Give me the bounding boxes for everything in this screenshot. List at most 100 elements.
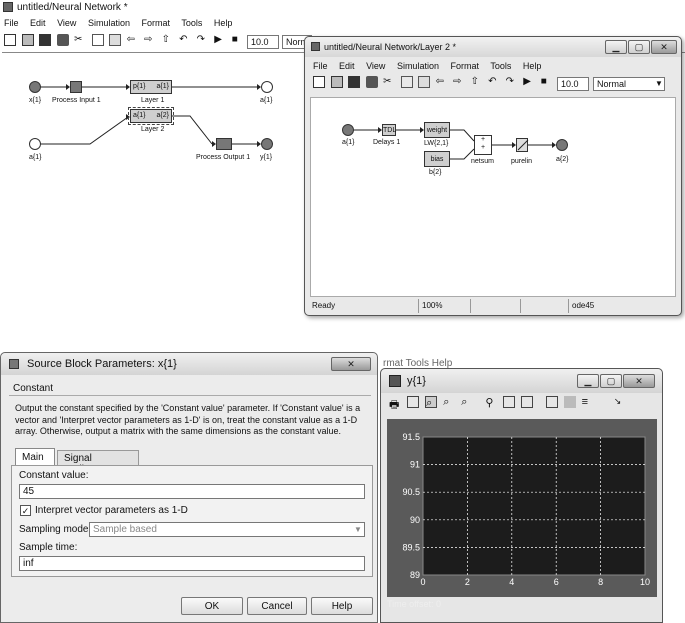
input-port-a1[interactable]	[29, 138, 41, 150]
scope-window: y{1} ▁ ▢ ✕ 🖶 ⌕ ⌕ ⌕ ⚲ ≡ ↘ 0 2 4 6 8 10 91.5 91 90…	[380, 368, 663, 623]
scope-title: y{1}	[407, 375, 426, 387]
l2-undo-icon[interactable]: ↶	[488, 76, 500, 88]
block-parameters-dialog: Source Block Parameters: x{1} ✕ Constant…	[0, 352, 378, 623]
cancel-button[interactable]: Cancel	[247, 597, 307, 615]
y-tick-label: 89	[410, 570, 420, 580]
l2-print-icon[interactable]	[365, 76, 378, 88]
l2-stop-icon[interactable]: ■	[541, 76, 553, 88]
l2-sim-mode-chevron-down-icon[interactable]: ▼	[655, 79, 663, 88]
l2-menu-file[interactable]: File	[313, 61, 328, 71]
bias-label: b{2}	[429, 169, 442, 176]
l2-menu-simulation[interactable]: Simulation	[397, 61, 439, 71]
tab-main[interactable]: Main	[15, 448, 55, 466]
l2-cut-icon[interactable]: ✂	[383, 76, 395, 88]
scope-close-button[interactable]: ✕	[623, 374, 655, 388]
process-output-label: Process Output 1	[196, 154, 251, 161]
interpret-vector-label: Interpret vector parameters as 1-D	[35, 505, 188, 516]
scope-app-icon	[389, 375, 401, 387]
l2-menu-tools[interactable]: Tools	[490, 61, 511, 71]
layer2-label: Layer 2	[141, 126, 165, 133]
l2-save-icon[interactable]	[348, 76, 361, 88]
layer2-input-port-label: a{1}	[133, 112, 146, 119]
l2-redo-icon[interactable]: ↷	[506, 76, 518, 88]
toolbar-overflow-icon[interactable]: ↘	[614, 396, 626, 408]
l2-stop-time-field[interactable]: 10.0	[557, 77, 589, 91]
l2-paste-icon[interactable]	[418, 76, 431, 88]
help-button[interactable]: Help	[311, 597, 373, 615]
l2-forward-icon[interactable]: ⇨	[453, 76, 465, 88]
interpret-vector-checkbox[interactable]: ✓	[20, 505, 31, 516]
layer2-canvas: a{1} TDL Delays 1 weight LW{2,1} bias b{…	[310, 97, 676, 297]
save-axes-icon[interactable]	[503, 396, 516, 409]
scope-maximize-button[interactable]: ▢	[600, 374, 622, 388]
signal-selector-icon[interactable]: ≡	[582, 396, 594, 408]
maximize-button[interactable]: ▢	[628, 40, 650, 54]
l2-menu-format[interactable]: Format	[450, 61, 479, 71]
layer2-title-bar: untitled/Neural Network/Layer 2 * ▁ ▢ ✕	[305, 37, 681, 57]
autoscale-icon[interactable]: ⚲	[485, 396, 497, 409]
dialog-app-icon	[9, 359, 19, 369]
l2-up-icon[interactable]: ⇧	[471, 76, 483, 88]
scope-title-bar: y{1} ▁ ▢ ✕	[381, 369, 662, 393]
floating-scope-icon[interactable]	[545, 396, 558, 409]
scope-minimize-button[interactable]: ▁	[577, 374, 599, 388]
zoom-x-icon[interactable]: ⌕	[443, 396, 455, 408]
status-ready: Ready	[312, 301, 336, 310]
close-button[interactable]: ✕	[651, 40, 677, 54]
l2-menu-help[interactable]: Help	[523, 61, 542, 71]
x-tick-label: 6	[554, 577, 559, 587]
l2-open-folder-icon[interactable]	[330, 76, 343, 88]
sampling-mode-select[interactable]: Sample based	[89, 522, 365, 537]
dialog-close-button[interactable]: ✕	[331, 357, 371, 371]
l2-input-port-a1[interactable]	[342, 124, 354, 136]
layer2-window-title: untitled/Neural Network/Layer 2 *	[324, 42, 457, 52]
output-port-a1[interactable]	[261, 81, 273, 93]
l2-input-port-a1-label: a{1}	[342, 139, 355, 146]
netsum-plus-sign: +	[480, 136, 486, 143]
weight-block[interactable]: weight	[424, 122, 450, 138]
process-output-block[interactable]	[216, 138, 232, 150]
status-zoom: 100%	[422, 301, 443, 310]
sampling-mode-chevron-down-icon[interactable]: ▼	[354, 525, 362, 534]
l2-menu-view[interactable]: View	[366, 61, 385, 71]
constant-value-input[interactable]: 45	[19, 484, 365, 499]
minimize-button[interactable]: ▁	[605, 40, 627, 54]
tdl-block[interactable]: TDL	[382, 124, 396, 136]
weight-label: LW{2,1}	[424, 140, 449, 147]
bias-block[interactable]: bias	[424, 151, 450, 167]
purelin-label: purelin	[511, 158, 533, 165]
zoom-y-icon[interactable]: ⌕	[461, 396, 473, 408]
input-port-x1[interactable]	[29, 81, 41, 93]
dialog-description: Output the constant specified by the 'Co…	[15, 403, 361, 437]
l2-output-port-a2[interactable]	[556, 139, 568, 151]
time-offset-value: 0	[436, 599, 442, 609]
lock-icon[interactable]	[563, 396, 576, 409]
restore-axes-icon[interactable]	[521, 396, 534, 409]
l2-run-icon[interactable]: ▶	[523, 76, 535, 88]
process-input-label: Process Input 1	[52, 97, 101, 104]
l2-back-icon[interactable]: ⇦	[436, 76, 448, 88]
output-port-y1[interactable]	[261, 138, 273, 150]
y-tick-label: 89.5	[402, 542, 420, 552]
l2-new-model-icon[interactable]	[313, 76, 325, 88]
netsum-block[interactable]: + +	[474, 135, 492, 155]
layer1-block[interactable]: p{1} a{1}	[130, 80, 172, 94]
tab-signal-attributes[interactable]: Signal Attributes	[57, 450, 139, 475]
status-divider-4	[568, 299, 569, 313]
scope-params-icon[interactable]	[407, 396, 420, 409]
ok-button[interactable]: OK	[181, 597, 243, 615]
layer2-status-bar: Ready 100% ode45	[310, 299, 676, 313]
zoom-icon[interactable]: ⌕	[425, 396, 438, 409]
x-tick-label: 4	[509, 577, 514, 587]
sampling-mode-label: Sampling mode:	[19, 524, 92, 535]
scope-toolbar: 🖶 ⌕ ⌕ ⌕ ⚲ ≡ ↘	[389, 396, 657, 414]
process-input-block[interactable]	[70, 81, 82, 93]
purelin-block[interactable]	[516, 138, 529, 152]
y-tick-label: 91	[410, 460, 420, 470]
layer2-block[interactable]: a{1} a{2}	[128, 107, 174, 125]
scope-print-icon[interactable]: 🖶	[389, 396, 401, 411]
sample-time-input[interactable]: inf	[19, 556, 365, 571]
dialog-section-title: Constant	[13, 383, 54, 394]
l2-copy-icon[interactable]	[400, 76, 413, 88]
l2-menu-edit[interactable]: Edit	[339, 61, 355, 71]
